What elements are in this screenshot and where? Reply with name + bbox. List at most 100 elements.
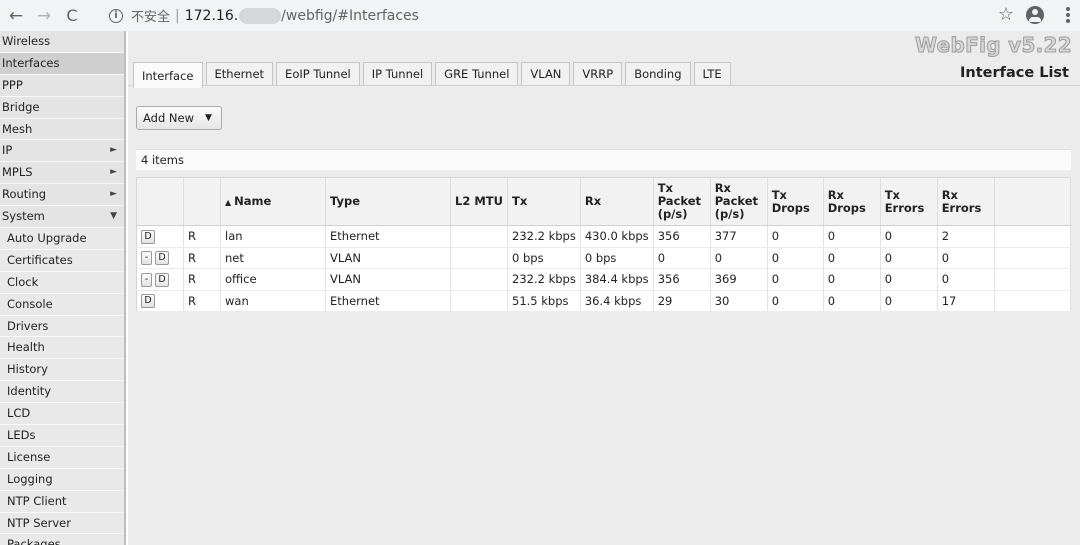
column-header-label: Tx xyxy=(771,187,787,202)
remove-button[interactable]: - xyxy=(141,251,152,265)
table-row[interactable]: -D R office VLAN 232.2 kbps 384.4 kbps 3… xyxy=(136,268,1072,291)
sidebar-item-label: System xyxy=(2,209,45,224)
sidebar-item-interfaces[interactable]: Interfaces xyxy=(0,52,124,75)
sidebar-item-ip[interactable]: IP ► xyxy=(0,140,124,163)
sidebar-item-license[interactable]: License xyxy=(0,446,124,469)
column-header-tx-packet[interactable]: Tx Packet (p/s) xyxy=(653,177,711,226)
sidebar-item-routing[interactable]: Routing ► xyxy=(0,184,124,207)
tab-bonding[interactable]: Bonding xyxy=(625,62,691,86)
column-header-rx-packet[interactable]: Rx Packet (p/s) xyxy=(710,177,768,226)
column-header-rx-errors[interactable]: Rx Errors xyxy=(937,177,995,226)
row-l2mtu xyxy=(450,268,508,291)
account-icon[interactable] xyxy=(1026,6,1044,24)
sidebar-item-system[interactable]: System ▼ xyxy=(0,206,124,229)
forward-arrow-icon[interactable]: → xyxy=(32,4,56,28)
tab-gre-tunnel[interactable]: GRE Tunnel xyxy=(435,62,519,86)
tab-ip-tunnel[interactable]: IP Tunnel xyxy=(362,62,433,86)
disable-button[interactable]: D xyxy=(155,251,169,265)
tab-interface[interactable]: Interface xyxy=(133,62,203,88)
sidebar-item-health[interactable]: Health xyxy=(0,337,124,360)
tab-lte[interactable]: LTE xyxy=(693,62,731,86)
row-rx-errors: 0 xyxy=(937,247,995,269)
column-header-name[interactable]: ▲ Name xyxy=(220,177,326,226)
column-header-label: Errors xyxy=(884,200,925,215)
sidebar-item-clock[interactable]: Clock xyxy=(0,271,124,294)
row-type: VLAN xyxy=(325,268,451,291)
row-name[interactable]: office xyxy=(220,268,326,291)
url-path: /webfig/#Interfaces xyxy=(281,7,419,24)
chevron-down-icon: ▼ xyxy=(110,211,117,222)
sidebar-item-ppp[interactable]: PPP xyxy=(0,74,124,97)
tab-eoip-tunnel[interactable]: EoIP Tunnel xyxy=(276,62,360,86)
browser-menu-icon[interactable] xyxy=(1066,6,1070,24)
sidebar-item-certificates[interactable]: Certificates xyxy=(0,249,124,272)
sidebar-item-ntp-client[interactable]: NTP Client xyxy=(0,490,124,513)
row-type: VLAN xyxy=(325,247,451,269)
row-actions: D xyxy=(136,290,184,312)
row-name[interactable]: lan xyxy=(220,225,326,248)
tab-vlan[interactable]: VLAN xyxy=(521,62,571,86)
sidebar-item-history[interactable]: History xyxy=(0,359,124,382)
row-name[interactable]: wan xyxy=(220,290,326,312)
row-rx-pps: 0 xyxy=(710,247,768,269)
sidebar-item-bridge[interactable]: Bridge xyxy=(0,96,124,119)
sidebar-item-auto-upgrade[interactable]: Auto Upgrade xyxy=(0,228,124,250)
add-new-button[interactable]: Add New ▼ xyxy=(136,106,222,130)
sidebar-item-identity[interactable]: Identity xyxy=(0,381,124,404)
sidebar-item-mesh[interactable]: Mesh xyxy=(0,118,124,141)
sidebar-item-ntp-server[interactable]: NTP Server xyxy=(0,512,124,535)
column-header-label: Errors xyxy=(941,200,982,215)
tab-ethernet[interactable]: Ethernet xyxy=(205,62,274,86)
bookmark-star-icon[interactable]: ☆ xyxy=(998,4,1014,25)
remove-button[interactable]: - xyxy=(141,272,152,287)
row-tx-errors: 0 xyxy=(880,290,938,312)
row-rx-errors: 0 xyxy=(937,268,995,291)
disable-button[interactable]: D xyxy=(141,229,155,244)
column-header-rx-drops[interactable]: Rx Drops xyxy=(823,177,881,226)
url-host: 172.16. xyxy=(184,7,239,24)
row-flag: R xyxy=(183,290,221,312)
sidebar-item-console[interactable]: Console xyxy=(0,293,124,316)
column-header-tx[interactable]: Tx xyxy=(507,177,581,226)
sidebar-item-wireless[interactable]: Wireless xyxy=(0,31,124,53)
row-type: Ethernet xyxy=(325,290,451,312)
column-header-rx[interactable]: Rx xyxy=(580,177,654,226)
row-tx: 232.2 kbps xyxy=(507,225,581,248)
address-bar[interactable]: i 不安全 | 172.16. /webfig/#Interfaces xyxy=(100,3,1028,28)
row-rx-drops: 0 xyxy=(823,225,881,248)
back-arrow-icon[interactable]: ← xyxy=(4,4,28,28)
sidebar-item-drivers[interactable]: Drivers xyxy=(0,315,124,338)
sidebar-item-leds[interactable]: LEDs xyxy=(0,425,124,447)
column-header-label: Drops xyxy=(827,200,866,215)
webfig-logo: WebFig v5.22 xyxy=(914,33,1072,58)
column-header-tx-errors[interactable]: Tx Errors xyxy=(880,177,938,226)
row-rx-errors: 17 xyxy=(937,290,995,312)
sidebar-item-logging[interactable]: Logging xyxy=(0,468,124,491)
row-tx-errors: 0 xyxy=(880,268,938,291)
column-header-tx-drops[interactable]: Tx Drops xyxy=(767,177,824,226)
row-filler xyxy=(994,290,1072,312)
column-header-label: Packet xyxy=(657,194,702,208)
row-tx-pps: 0 xyxy=(653,247,711,269)
column-header-type[interactable]: Type xyxy=(325,177,451,226)
row-tx: 51.5 kbps xyxy=(507,290,581,312)
table-row[interactable]: D R wan Ethernet 51.5 kbps 36.4 kbps 29 … xyxy=(136,290,1072,312)
sidebar-item-packages[interactable]: Packages xyxy=(0,534,124,545)
reload-icon[interactable]: C xyxy=(60,4,84,28)
table-row[interactable]: -D R net VLAN 0 bps 0 bps 0 0 0 0 0 0 xyxy=(136,247,1072,269)
column-header-l2mtu[interactable]: L2 MTU xyxy=(450,177,508,226)
info-icon[interactable]: i xyxy=(109,8,123,23)
column-header-filler xyxy=(994,177,1072,226)
sidebar-item-mpls[interactable]: MPLS ► xyxy=(0,162,124,185)
disable-button[interactable]: D xyxy=(141,294,155,308)
row-name[interactable]: net xyxy=(220,247,326,269)
row-rx-pps: 377 xyxy=(710,225,768,248)
row-tx-drops: 0 xyxy=(767,268,824,291)
row-rx: 384.4 kbps xyxy=(580,268,654,291)
row-rx-drops: 0 xyxy=(823,247,881,269)
sidebar-item-lcd[interactable]: LCD xyxy=(0,403,124,426)
disable-button[interactable]: D xyxy=(155,272,169,287)
tab-bar: Interface Ethernet EoIP Tunnel IP Tunnel… xyxy=(133,62,731,88)
tab-vrrp[interactable]: VRRP xyxy=(573,62,623,86)
table-row[interactable]: D R lan Ethernet 232.2 kbps 430.0 kbps 3… xyxy=(136,225,1072,248)
